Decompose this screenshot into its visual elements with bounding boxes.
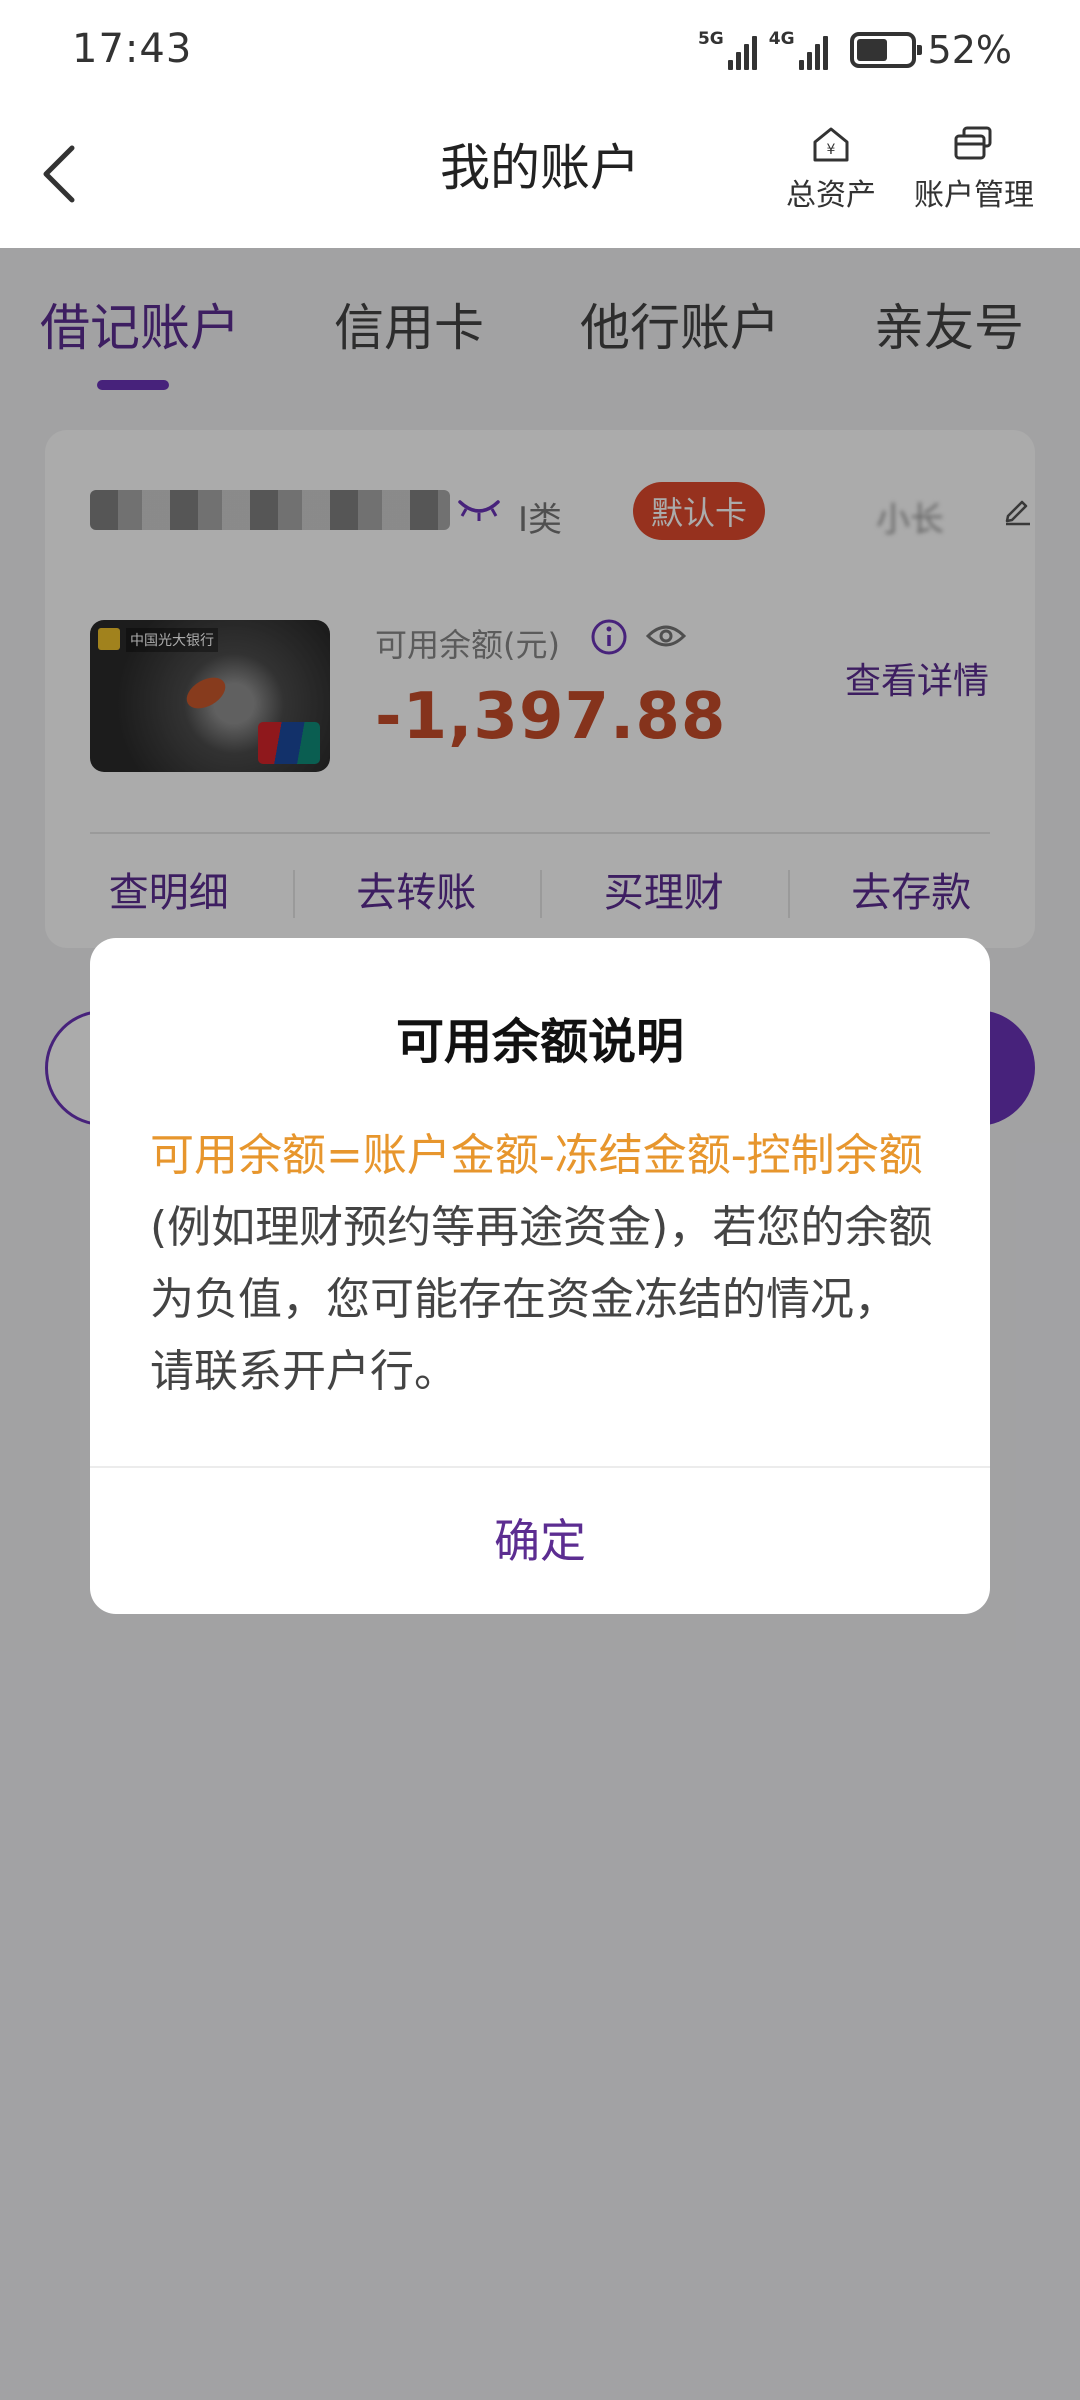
- account-management-label: 账户管理: [914, 178, 1034, 213]
- network-type-label: 5G: [697, 28, 724, 49]
- signal-4g: 4G: [768, 28, 828, 70]
- dialog-body: 可用余额=账户金额-冻结金额-控制余额 (例如理财预约等再途资金)，若您的余额为负…: [150, 1120, 940, 1408]
- dialog-body-formula: 可用余额=账户金额-冻结金额-控制余额: [150, 1130, 923, 1181]
- dialog-body-text: (例如理财预约等再途资金)，若您的余额为负值，您可能存在资金冻结的情况，请联系开…: [150, 1202, 933, 1397]
- house-yen-icon: ¥: [813, 127, 849, 162]
- total-assets-label: 总资产: [786, 178, 876, 213]
- chevron-left-icon: [43, 145, 75, 203]
- status-time: 17:43: [72, 26, 193, 72]
- app-header: 我的账户 ¥ 总资产 账户管理: [0, 100, 1080, 248]
- total-assets-button[interactable]: ¥ 总资产: [786, 122, 876, 214]
- battery-percent: 52%: [927, 28, 1012, 72]
- back-button[interactable]: [30, 134, 100, 214]
- svg-text:¥: ¥: [827, 142, 836, 158]
- balance-explanation-dialog: 可用余额说明 可用余额=账户金额-冻结金额-控制余额 (例如理财预约等再途资金)，…: [90, 938, 990, 1614]
- dialog-title: 可用余额说明: [395, 1014, 684, 1070]
- network-type-label: 4G: [768, 28, 795, 49]
- status-indicators: 5G 4G 52%: [698, 28, 1012, 72]
- account-management-button[interactable]: 账户管理: [914, 122, 1034, 214]
- cards-icon: [954, 126, 992, 160]
- battery-icon: [849, 32, 922, 68]
- signal-bars-icon: [798, 34, 828, 70]
- status-bar: 17:43 5G 4G 52%: [0, 0, 1080, 100]
- signal-bars-icon: [727, 34, 757, 70]
- confirm-button[interactable]: 确定: [90, 1468, 990, 1614]
- signal-5g: 5G: [697, 28, 757, 70]
